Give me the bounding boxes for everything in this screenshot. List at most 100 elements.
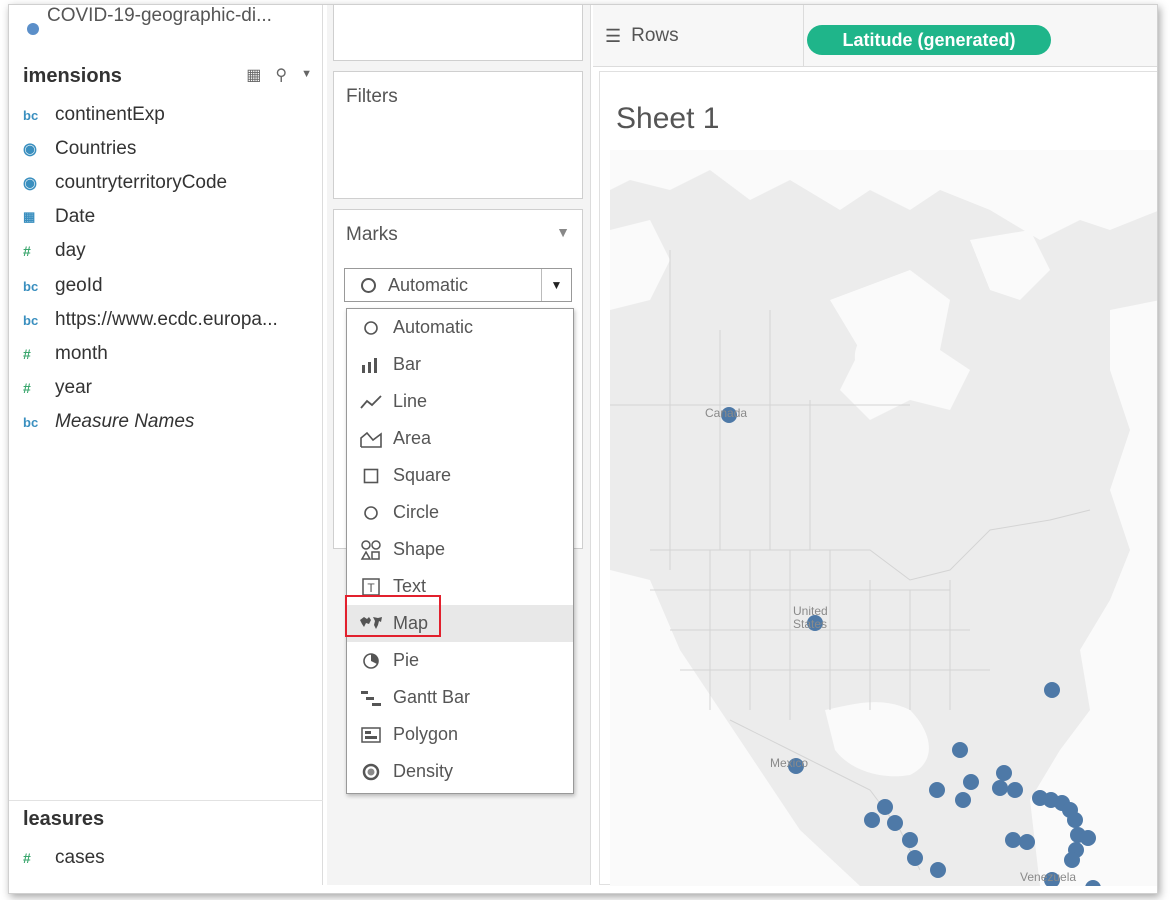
map-point[interactable] [963,774,979,790]
dimension-field[interactable]: # day [23,240,86,262]
mark-type-dropdown: Automatic Bar Line Area Square Circle Sh… [346,308,574,794]
rows-icon: ☰ [605,25,622,46]
geo-type-icon: ◉ [23,141,37,158]
data-pane: COVID-19-geographic-di... imensions ▦ ⚲ … [9,5,323,885]
pane-divider [9,800,323,801]
density-icon [359,761,383,783]
dimension-field[interactable]: bc continentExp [23,104,165,126]
map-view[interactable]: Canada United States Mexico Venezuela [610,150,1157,886]
map-point[interactable] [996,765,1012,781]
mark-option-square[interactable]: Square [347,457,573,494]
mark-option-shape[interactable]: Shape [347,531,573,568]
circle-icon [359,502,383,524]
dimension-field[interactable]: ▦ Date [23,206,95,228]
string-type-icon: bc [23,312,39,328]
dimensions-header: imensions [23,65,122,87]
mark-option-pie[interactable]: Pie [347,642,573,679]
shapes-icon [359,539,383,561]
map-point[interactable] [930,862,946,878]
dimension-field[interactable]: bc geoId [23,275,103,297]
gantt-icon [359,687,383,709]
map-point[interactable] [887,815,903,831]
bar-chart-icon [359,354,383,376]
map-point[interactable] [952,742,968,758]
tableau-window: COVID-19-geographic-di... imensions ▦ ⚲ … [8,4,1158,894]
mark-option-polygon[interactable]: Polygon [347,716,573,753]
number-type-icon: # [23,243,31,259]
map-label-canada: Canada [705,406,748,420]
datasource-name[interactable]: COVID-19-geographic-di... [47,5,272,27]
map-point[interactable] [1005,832,1021,848]
map-label-united-states: United States [793,604,828,631]
datasource-icon [27,23,39,35]
dimension-field[interactable]: bc https://www.ecdc.europa... [23,309,278,331]
map-point[interactable] [902,832,918,848]
map-point[interactable] [864,812,880,828]
pie-chart-icon [359,650,383,672]
number-type-icon: # [23,380,31,396]
mark-option-automatic[interactable]: Automatic [347,309,573,346]
mark-option-bar[interactable]: Bar [347,346,573,383]
dimension-field[interactable]: ◉ countryterritoryCode [23,172,227,194]
mark-option-area[interactable]: Area [347,420,573,457]
circle-icon [359,317,383,339]
pages-card [333,5,583,61]
filters-title: Filters [346,86,398,107]
dimension-field[interactable]: # month [23,343,108,365]
latitude-pill[interactable]: Latitude (generated) [807,25,1051,55]
string-type-icon: bc [23,107,39,123]
measure-field[interactable]: # cases [23,847,105,869]
sheet-view: Sheet 1 Canada United States Mexico Vene… [599,71,1157,886]
map-label-mexico: Mexico [770,756,809,770]
number-type-icon: # [23,850,31,866]
map-point[interactable] [1044,682,1060,698]
search-icon[interactable]: ⚲ [275,65,287,85]
shelf-separator [803,5,804,67]
rows-label: ☰ Rows [605,25,679,46]
mark-option-density[interactable]: Density [347,753,573,790]
dimensions-tools: ▦ ⚲ ▼ [246,65,312,85]
map-point[interactable] [992,780,1008,796]
mark-option-gantt-bar[interactable]: Gantt Bar [347,679,573,716]
map-point[interactable] [877,799,893,815]
dimension-field[interactable]: ◉ Countries [23,138,136,160]
measures-header: leasures [23,808,105,830]
worksheet-area: ☰ Rows Latitude (generated) Sheet 1 Cana… [593,5,1157,886]
line-chart-icon [359,391,383,413]
circle-icon [361,277,376,293]
map-point[interactable] [955,792,971,808]
map-point[interactable] [1064,852,1080,868]
map-point[interactable] [1067,812,1083,828]
mark-type-select[interactable]: Automatic ▼ [344,268,572,302]
chevron-down-icon[interactable]: ▼ [556,224,570,240]
date-type-icon: ▦ [23,209,36,224]
square-icon [359,465,383,487]
map-point[interactable] [929,782,945,798]
rows-shelf[interactable]: ☰ Rows Latitude (generated) [593,5,1157,67]
map-label-venezuela: Venezuela [1020,870,1077,884]
map-points [721,407,1101,886]
map-point[interactable] [1007,782,1023,798]
dropdown-arrow-icon[interactable]: ▼ [541,269,571,301]
string-type-icon: bc [23,278,39,294]
geo-type-icon: ◉ [23,175,37,192]
dimension-field[interactable]: bc Measure Names [23,411,194,433]
mark-option-line[interactable]: Line [347,383,573,420]
sheet-title[interactable]: Sheet 1 [616,102,719,136]
area-chart-icon [359,428,383,450]
marks-title: Marks [346,224,398,245]
dimension-field[interactable]: # year [23,377,92,399]
map-point[interactable] [1085,880,1101,886]
map-point[interactable] [907,850,923,866]
string-type-icon: bc [23,414,39,430]
svg-text:T: T [367,581,375,595]
filters-card[interactable]: Filters [333,71,583,199]
polygon-icon [359,724,383,746]
map-point[interactable] [1080,830,1096,846]
mark-type-selected: Automatic [388,274,469,295]
map-point[interactable] [1019,834,1035,850]
highlight-box [345,595,441,637]
view-toggle-icon[interactable]: ▦ [246,65,261,85]
chevron-down-icon[interactable]: ▼ [301,65,312,85]
mark-option-circle[interactable]: Circle [347,494,573,531]
